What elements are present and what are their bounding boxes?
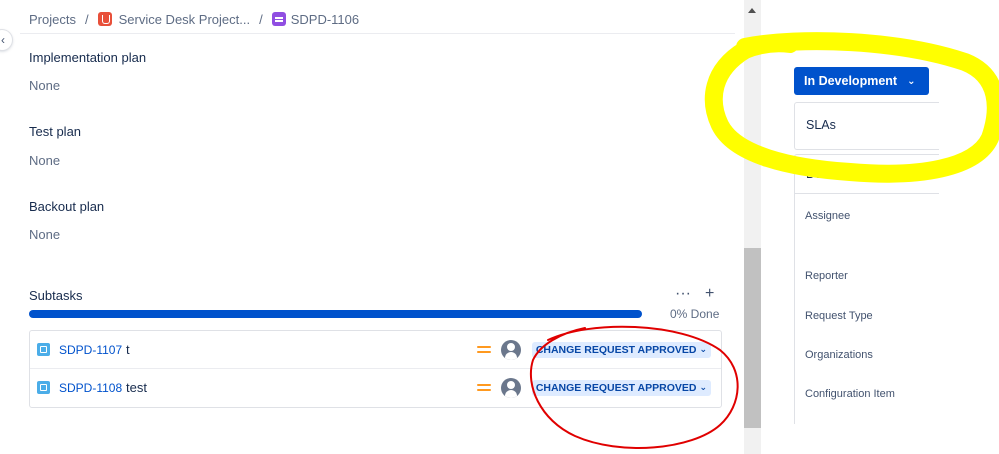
breadcrumb-separator: /	[259, 11, 263, 27]
subtask-row[interactable]: SDPD-1108 test CHANGE REQUEST APPROVED ⌄	[30, 369, 721, 406]
issue-content-panel: ‹ Projects / Service Desk Project... / S…	[0, 0, 740, 454]
subtasks-title: Subtasks	[29, 288, 83, 303]
status-dropdown[interactable]: CHANGE REQUEST APPROVED ⌄	[531, 379, 711, 396]
subtask-key-link[interactable]: SDPD-1108	[59, 381, 126, 395]
subtask-list: SDPD-1107 t CHANGE REQUEST APPROVED ⌄ SD…	[29, 330, 722, 408]
progress-label: 0% Done	[670, 307, 720, 321]
scroll-thumb[interactable]	[744, 248, 761, 428]
details-panel-header[interactable]: Details	[794, 154, 939, 194]
priority-medium-icon	[476, 383, 491, 393]
breadcrumb-projects-link[interactable]: Projects	[29, 12, 76, 27]
chevron-down-icon: ⌄	[699, 344, 707, 354]
status-button-label: In Development	[804, 74, 898, 88]
details-divider	[794, 193, 939, 194]
field-value-backout-plan[interactable]: None	[29, 227, 60, 242]
chevron-left-icon: ‹	[1, 33, 5, 47]
detail-label-organizations: Organizations	[805, 349, 873, 361]
issue-sidebar: In Development ⌄ SLAs Details Assignee R…	[770, 0, 999, 454]
detail-label-reporter: Reporter	[805, 270, 848, 282]
field-label-backout-plan: Backout plan	[29, 199, 105, 214]
subtask-progress-bar	[29, 310, 642, 318]
collapse-sidebar-button[interactable]: ‹	[0, 30, 12, 50]
project-icon	[97, 12, 112, 26]
header-divider	[20, 33, 735, 34]
breadcrumb: Projects / Service Desk Project... / SDP…	[29, 10, 359, 28]
priority-medium-icon	[476, 345, 491, 355]
subtask-summary[interactable]: test	[126, 380, 477, 395]
status-label: CHANGE REQUEST APPROVED	[535, 343, 697, 356]
scrollbar[interactable]	[744, 0, 761, 454]
field-label-implementation-plan: Implementation plan	[29, 50, 147, 65]
status-label: CHANGE REQUEST APPROVED	[535, 381, 697, 394]
subtask-row[interactable]: SDPD-1107 t CHANGE REQUEST APPROVED ⌄	[30, 331, 721, 369]
detail-label-assignee: Assignee	[805, 210, 851, 222]
breadcrumb-issue-link[interactable]: SDPD-1106	[291, 12, 359, 27]
plus-icon[interactable]: +	[705, 285, 714, 303]
subtask-actions: ··· +	[675, 285, 714, 303]
slas-label: SLAs	[806, 118, 836, 132]
issue-type-icon	[271, 12, 286, 26]
avatar[interactable]	[500, 377, 521, 398]
field-value-implementation-plan[interactable]: None	[29, 78, 60, 93]
details-border	[794, 194, 795, 424]
subtask-type-icon	[37, 343, 50, 356]
more-icon[interactable]: ···	[675, 285, 691, 303]
status-transition-button[interactable]: In Development ⌄	[794, 67, 929, 95]
chevron-down-icon: ⌄	[907, 75, 916, 87]
avatar[interactable]	[500, 339, 521, 360]
subtask-summary[interactable]: t	[126, 342, 477, 357]
detail-label-request-type: Request Type	[805, 310, 873, 322]
detail-label-configuration-item: Configuration Item	[805, 388, 895, 400]
subtask-key-link[interactable]: SDPD-1107	[59, 343, 126, 357]
slas-panel[interactable]: SLAs	[794, 102, 939, 150]
scroll-up-arrow-icon[interactable]	[748, 8, 756, 13]
field-label-test-plan: Test plan	[29, 124, 82, 139]
status-dropdown[interactable]: CHANGE REQUEST APPROVED ⌄	[531, 341, 711, 358]
chevron-down-icon: ⌄	[699, 382, 707, 392]
breadcrumb-project-link[interactable]: Service Desk Project...	[119, 12, 251, 27]
field-value-test-plan[interactable]: None	[29, 153, 60, 168]
breadcrumb-separator: /	[84, 11, 89, 27]
subtask-type-icon	[37, 381, 50, 394]
details-label: Details	[806, 167, 845, 181]
